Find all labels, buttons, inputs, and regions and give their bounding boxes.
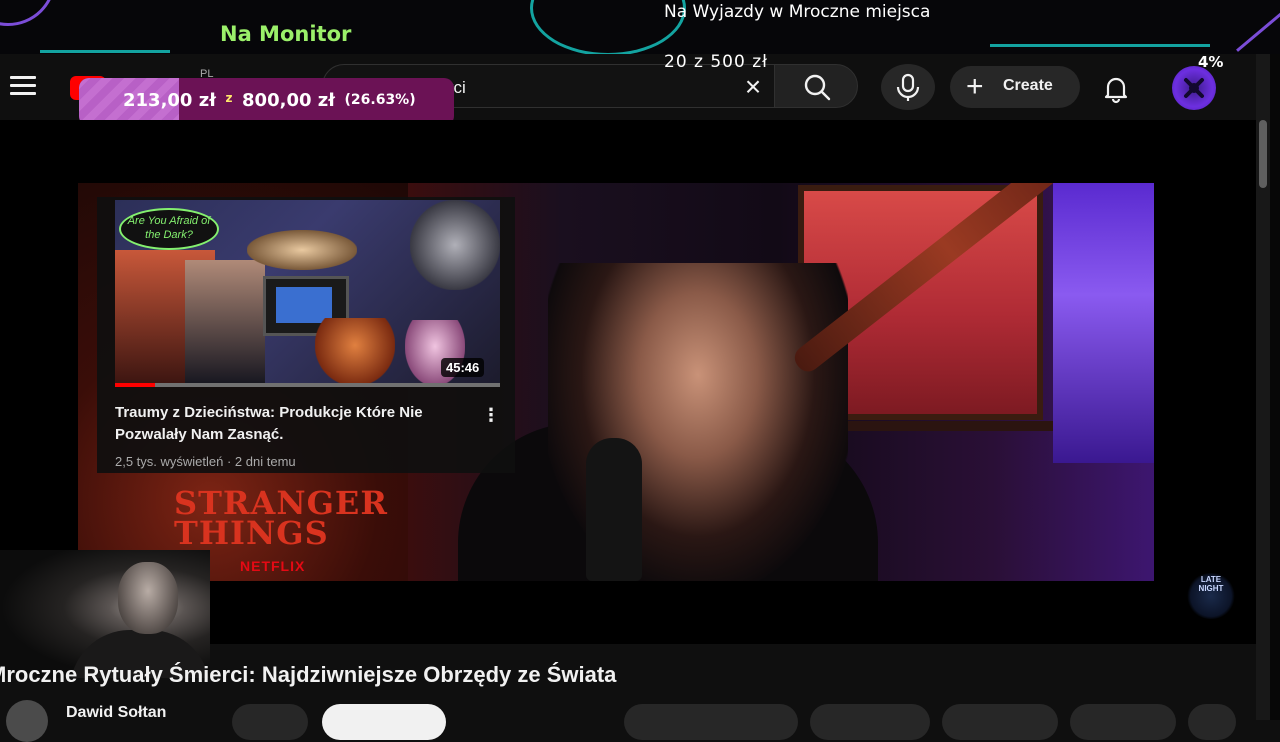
suggested-video-meta: 2,5 tys. wyświetleń · 2 dni temu [115, 454, 296, 469]
create-label: Create [1003, 77, 1053, 94]
goal-separator: z [225, 91, 233, 105]
goal-right-percent: 4% [1198, 53, 1224, 71]
video-duration: 45:46 [441, 358, 485, 377]
purple-light [1053, 183, 1154, 463]
more-options-icon[interactable]: ⋮ [482, 404, 500, 426]
search-button[interactable] [774, 64, 858, 108]
poster-brand: NETFLIX [240, 558, 306, 574]
video-title: Mroczne Rytuały Śmierci: Najdziwniejsze … [0, 662, 617, 687]
suggested-video-title[interactable]: Traumy z Dzieciństwa: Produkcje Które Ni… [115, 402, 475, 446]
scrollbar-thumb[interactable] [1259, 120, 1267, 188]
watch-progress-fill [115, 383, 155, 387]
menu-icon[interactable] [10, 76, 36, 98]
subscribe-button[interactable] [322, 704, 446, 740]
webcam-person-face [118, 562, 178, 634]
channel-avatar[interactable] [6, 700, 48, 742]
notifications-button[interactable] [1096, 68, 1136, 108]
goal-target-amount: 800,00 zł [242, 90, 335, 111]
goal-left-title: Na Monitor [220, 22, 352, 46]
poster-title: STRANGER THINGS [174, 484, 388, 552]
watermark-text: LATE NIGHT [1198, 575, 1224, 593]
donation-goal-text: 213,00 zł z 800,00 zł (26.63%) [123, 90, 416, 111]
overlay-decoration [40, 50, 170, 53]
more-actions-button[interactable] [1188, 704, 1236, 740]
close-icon[interactable]: × [738, 72, 768, 102]
microphone-icon [896, 73, 920, 101]
plus-icon: + [966, 70, 984, 103]
overlay-decoration [530, 0, 686, 54]
stream-overlay-banner [0, 0, 1280, 54]
search-icon [804, 74, 831, 101]
share-button[interactable] [810, 704, 930, 740]
goal-right-amount: 20 z 500 zł [664, 52, 768, 72]
thumbnail-figure [315, 318, 395, 386]
thumbnail-badge: Are You Afraid of the Dark? [119, 208, 219, 250]
avatar-logo-icon [1184, 78, 1204, 98]
bell-icon [1104, 77, 1128, 104]
account-avatar[interactable] [1172, 66, 1216, 110]
window-edge [1270, 54, 1280, 720]
channel-name[interactable]: Dawid Sołtan [66, 704, 166, 722]
join-button[interactable] [232, 704, 308, 740]
create-button[interactable]: + Create [950, 66, 1080, 108]
webcam-overlay [0, 550, 210, 678]
overlay-decoration [1236, 11, 1280, 52]
channel-watermark[interactable]: LATE NIGHT [1186, 573, 1236, 619]
overlay-decoration [0, 0, 56, 26]
thumbnail-figure [185, 260, 265, 386]
overlay-decoration [990, 44, 1210, 47]
goal-right-title: Na Wyjazdy w Mroczne miejsca [664, 2, 931, 22]
goal-current-amount: 213,00 zł [123, 90, 216, 111]
clip-button[interactable] [1070, 704, 1176, 740]
thumbnail-figure [247, 230, 357, 270]
voice-search-button[interactable] [881, 64, 935, 110]
thumbnail-figure [410, 200, 500, 290]
watch-progress-bar [115, 383, 500, 387]
microphone [586, 438, 642, 581]
donation-goal-bar: 213,00 zł z 800,00 zł (26.63%) [79, 78, 454, 126]
like-dislike-button[interactable] [624, 704, 798, 740]
goal-percent: (26.63%) [344, 92, 416, 108]
save-button[interactable] [942, 704, 1058, 740]
